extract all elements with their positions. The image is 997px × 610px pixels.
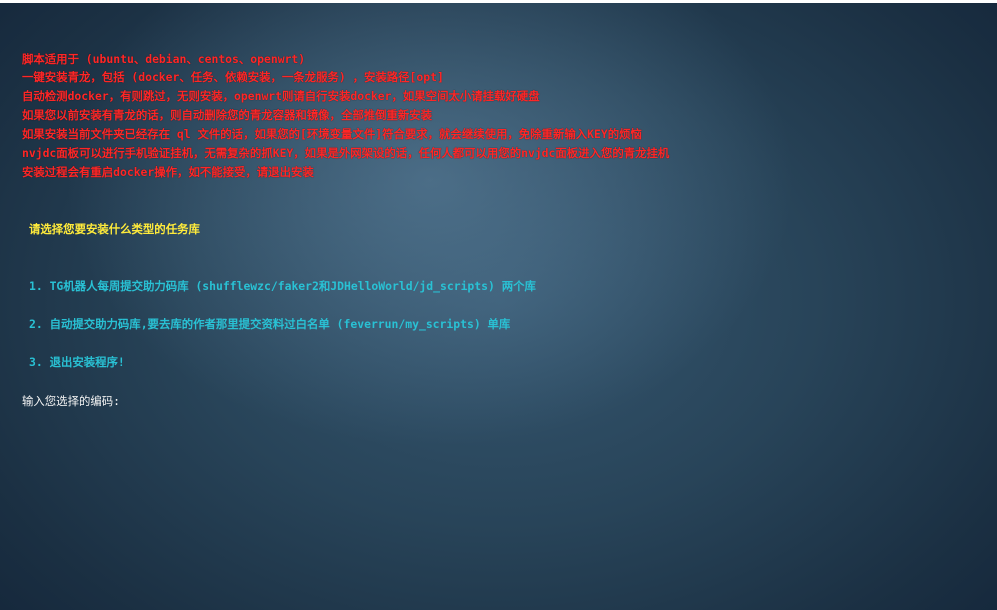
input-prompt-label: 输入您选择的编码: [22,394,120,408]
intro-line-2: 一键安装青龙，包括 (docker、任务、依赖安装，一条龙服务) ，安装路径[o… [22,70,444,84]
intro-line-7: 安装过程会有重启docker操作，如不能接受，请退出安装 [22,165,314,179]
intro-line-4: 如果您以前安装有青龙的话，则自动删除您的青龙容器和镜像，全部推倒重新安装 [22,108,433,122]
intro-line-3: 自动检测docker，有则跳过，无则安装，openwrt则请自行安装docker… [22,89,540,103]
input-prompt[interactable]: 输入您选择的编码: [22,392,121,410]
window-top-border [0,0,997,3]
option-1: 1. TG机器人每周提交助力码库 (shufflewzc/faker2和JDHe… [29,279,536,293]
terminal-window[interactable]: 脚本适用于 (ubuntu、debian、centos、openwrt) 一键安… [0,0,997,610]
option-2: 2. 自动提交助力码库,要去库的作者那里提交资料过白名单 (feverrun/m… [29,317,511,331]
option-3: 3. 退出安装程序! [29,355,125,369]
question-heading: 请选择您要安装什么类型的任务库 [29,222,200,236]
intro-line-5: 如果安装当前文件夹已经存在 ql 文件的话，如果您的[环境变量文件]符合要求，就… [22,127,642,141]
intro-line-6: nvjdc面板可以进行手机验证挂机，无需复杂的抓KEY，如果是外网架设的话，任何… [22,146,670,160]
intro-line-1: 脚本适用于 (ubuntu、debian、centos、openwrt) [22,52,306,66]
